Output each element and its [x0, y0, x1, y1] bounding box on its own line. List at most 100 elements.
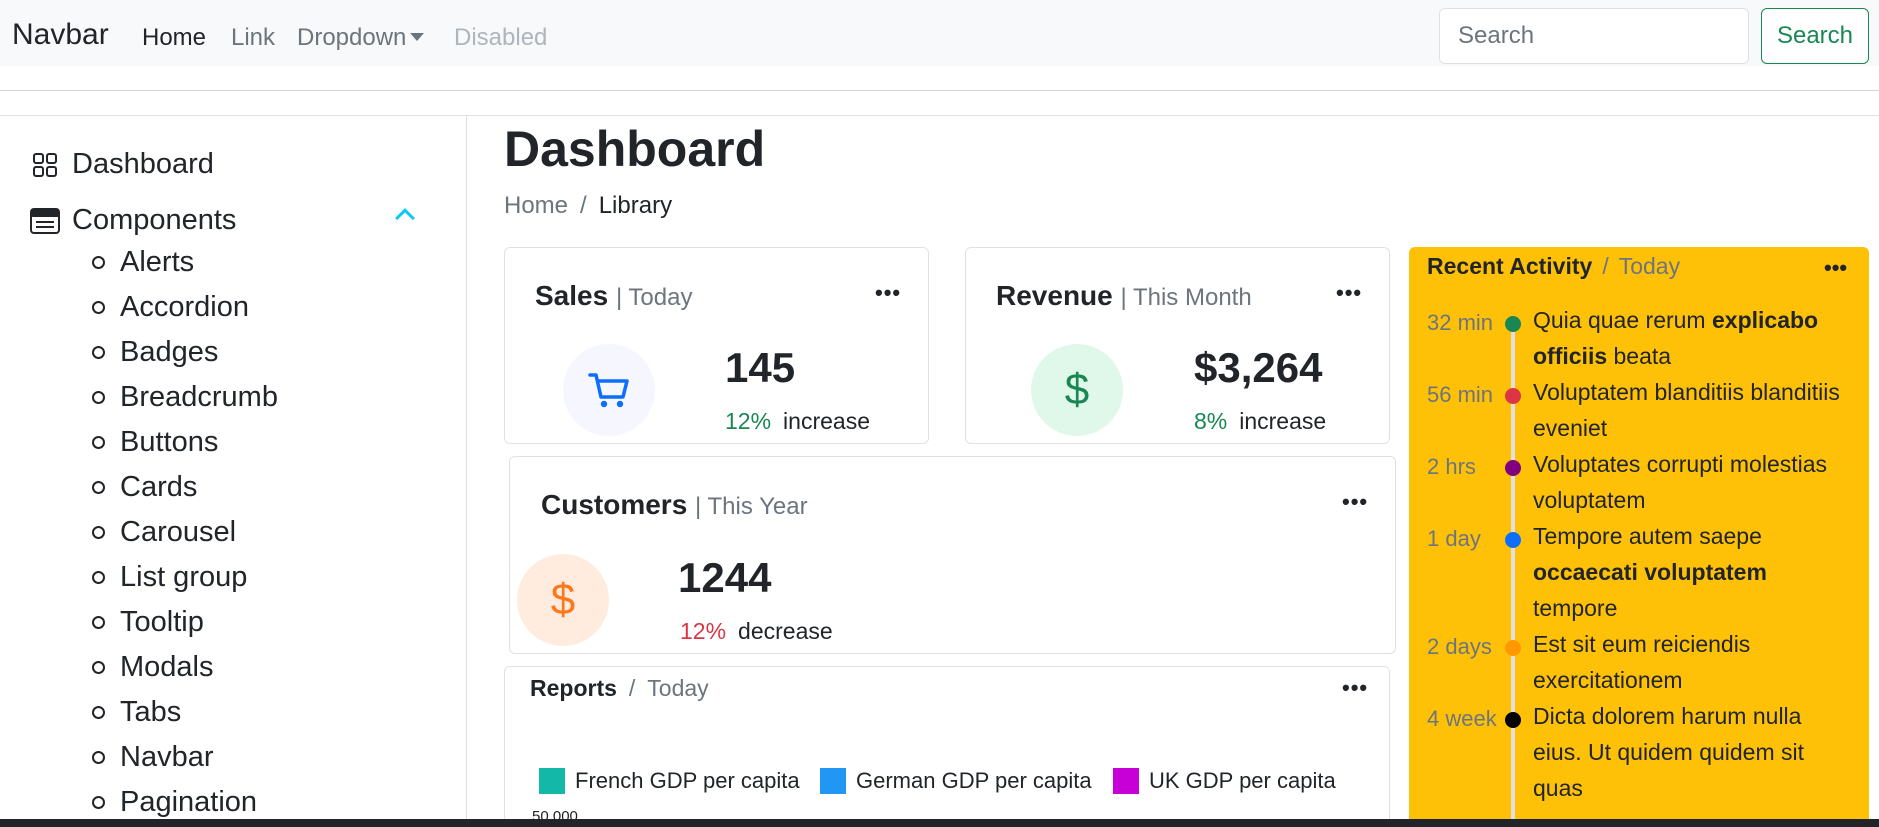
circle-icon: [92, 526, 105, 539]
sidebar-subitem-list-group[interactable]: List group: [92, 561, 247, 594]
sidebar-item-components[interactable]: Components: [30, 204, 236, 237]
nav-dropdown-label: Dropdown: [297, 24, 407, 51]
subitem-label: Alerts: [120, 246, 195, 278]
sidebar-subitem-pagination[interactable]: Pagination: [92, 786, 257, 819]
card-title: Customers | This Year: [541, 489, 808, 521]
circle-icon: [92, 301, 105, 314]
activity-time: 32 min: [1427, 310, 1494, 335]
subitem-label: Pagination: [120, 786, 258, 818]
more-options-icon[interactable]: •••: [1336, 280, 1362, 306]
search-input[interactable]: [1439, 8, 1749, 64]
search-button[interactable]: Search: [1761, 8, 1869, 64]
subitem-label: Navbar: [120, 741, 214, 773]
sidebar-item-dashboard[interactable]: Dashboard: [30, 148, 214, 181]
breadcrumb: Home / Library: [504, 192, 672, 220]
circle-icon: [92, 661, 105, 674]
activity-time: 2 hrs: [1427, 454, 1476, 479]
card-title-text: Customers: [541, 489, 688, 520]
legend-swatch: [1113, 768, 1139, 794]
card-title: Sales | Today: [535, 280, 692, 312]
sidebar-subitem-modals[interactable]: Modals: [92, 651, 214, 684]
customers-icon-circle: $: [517, 554, 609, 646]
sidebar-subitem-buttons[interactable]: Buttons: [92, 426, 218, 459]
change-percent: 12%: [680, 618, 727, 644]
card-title: Reports / Today: [530, 675, 709, 702]
circle-icon: [92, 796, 105, 809]
card-period: | This Month: [1120, 284, 1252, 311]
subitem-label: Tabs: [120, 696, 182, 728]
change-trend: increase: [783, 408, 870, 434]
subitem-label: Badges: [120, 336, 219, 368]
legend-label: German GDP per capita: [856, 768, 1092, 793]
card-title: Revenue | This Month: [996, 280, 1252, 312]
sidebar-subitem-accordion[interactable]: Accordion: [92, 291, 249, 324]
navbar-brand[interactable]: Navbar: [12, 18, 109, 52]
sidebar-subitem-badges[interactable]: Badges: [92, 336, 218, 369]
revenue-icon-circle: $: [1031, 344, 1123, 436]
more-options-icon[interactable]: •••: [1342, 675, 1368, 701]
sidebar-subitem-carousel[interactable]: Carousel: [92, 516, 236, 549]
status-dot-icon: [1505, 388, 1521, 404]
sales-icon-circle: [563, 344, 655, 436]
sidebar-subitem-tabs[interactable]: Tabs: [92, 696, 181, 729]
revenue-change: 8% increase: [1194, 408, 1326, 435]
divider: [0, 90, 1879, 91]
breadcrumb-home[interactable]: Home: [504, 192, 568, 219]
reports-card: Reports / Today •••: [504, 666, 1390, 827]
nav-link-link[interactable]: Link: [231, 24, 275, 52]
sales-value: 145: [725, 344, 796, 391]
card-title-text: Recent Activity: [1427, 253, 1593, 279]
subitem-label: Breadcrumb: [120, 381, 278, 413]
chevron-up-icon[interactable]: [395, 208, 415, 228]
sidebar-subitem-navbar[interactable]: Navbar: [92, 741, 214, 774]
title-separator: /: [628, 675, 636, 701]
activity-text: Dicta dolorem harum nulla eius. Ut quide…: [1533, 703, 1805, 801]
status-dot-icon: [1505, 316, 1521, 332]
legend-item[interactable]: French GDP per capita: [539, 768, 800, 794]
legend-item[interactable]: German GDP per capita: [820, 768, 1092, 794]
subitem-label: Accordion: [120, 291, 249, 323]
customers-card: Customers | This Year ••• $ 1244 12% decr…: [509, 456, 1396, 654]
circle-icon: [92, 391, 105, 404]
sidebar-item-label: Components: [72, 204, 237, 236]
sidebar-subitem-tooltip[interactable]: Tooltip: [92, 606, 204, 639]
circle-icon: [92, 571, 105, 584]
page-title: Dashboard: [504, 121, 766, 177]
revenue-card: Revenue | This Month ••• $ $3,264 8% incr…: [965, 247, 1390, 444]
legend-label: UK GDP per capita: [1149, 768, 1336, 793]
card-title-text: Revenue: [996, 280, 1113, 311]
legend-item[interactable]: UK GDP per capita: [1113, 768, 1336, 794]
card-period: Today: [647, 675, 709, 701]
card-period: Today: [1618, 253, 1681, 279]
nav-link-home[interactable]: Home: [142, 24, 206, 52]
sidebar-item-label: Dashboard: [72, 148, 214, 180]
activity-text: Voluptates corrupti molestias voluptatem: [1533, 451, 1828, 513]
nav-dropdown[interactable]: Dropdown: [297, 24, 425, 52]
status-dot-icon: [1505, 460, 1521, 476]
activity-text: Voluptatem blanditiis blanditiis eveniet: [1533, 379, 1840, 441]
nav-link-disabled: Disabled: [454, 24, 548, 51]
circle-icon: [92, 436, 105, 449]
sidebar-subitem-cards[interactable]: Cards: [92, 471, 197, 504]
breadcrumb-separator: /: [580, 192, 587, 219]
sidebar-subitem-alerts[interactable]: Alerts: [92, 246, 194, 279]
breadcrumb-current: Library: [598, 192, 673, 219]
activity-text: Quia quae rerum explicabo officiis beata: [1533, 307, 1819, 369]
title-separator: /: [1602, 253, 1609, 279]
activity-time: 1 day: [1427, 526, 1481, 551]
sales-change: 12% increase: [725, 408, 870, 435]
sidebar-subitem-breadcrumb[interactable]: Breadcrumb: [92, 381, 278, 414]
recent-activity-card: Recent Activity / Today ••• 32 min Quia qu…: [1409, 247, 1869, 827]
more-options-icon[interactable]: •••: [875, 280, 901, 306]
card-title-text: Sales: [535, 280, 609, 311]
legend-swatch: [820, 768, 846, 794]
subitem-label: Carousel: [120, 516, 237, 548]
more-options-icon[interactable]: •••: [1824, 255, 1847, 281]
legend-label: French GDP per capita: [575, 768, 800, 793]
change-trend: decrease: [738, 618, 833, 644]
change-trend: increase: [1239, 408, 1327, 434]
card-title-text: Reports: [530, 675, 617, 701]
more-options-icon[interactable]: •••: [1342, 489, 1368, 515]
card-period: | Today: [615, 284, 693, 311]
subitem-label: Cards: [120, 471, 198, 503]
